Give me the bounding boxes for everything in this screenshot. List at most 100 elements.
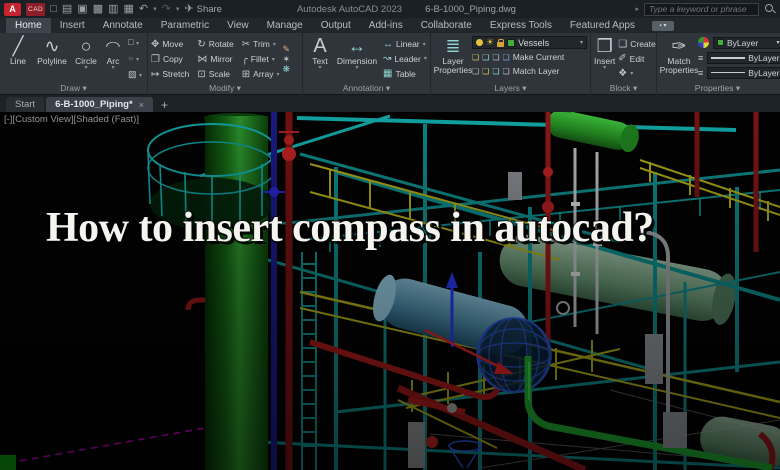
redo-icon[interactable]: ↷ <box>162 3 171 16</box>
save-icon[interactable]: ▣ <box>77 3 87 16</box>
save-as-icon[interactable]: ▩ <box>93 3 103 16</box>
drawing-viewport[interactable]: [-][Custom View][Shaded (Fast)] How to i… <box>0 112 780 470</box>
arc-icon: ◠ <box>105 39 121 53</box>
layer-on-icon[interactable] <box>476 39 483 46</box>
search-input[interactable] <box>644 2 759 16</box>
arc-dropdown-icon[interactable]: ▾ <box>111 65 114 71</box>
layers-panel-label[interactable]: Layers ▾ <box>431 83 590 95</box>
document-tab[interactable]: 6-B-1000_Piping* × <box>46 97 153 112</box>
tab-add-ins[interactable]: Add-ins <box>360 18 412 33</box>
layer-unisolate-icon: ❏ <box>482 66 490 76</box>
move-button[interactable]: ✥ Move <box>151 37 189 52</box>
polyline-icon: ∿ <box>44 36 60 56</box>
tab-collaborate[interactable]: Collaborate <box>412 18 481 33</box>
trim-button[interactable]: ✂ Trim ▾ <box>242 37 280 52</box>
tab-home[interactable]: Home <box>6 18 51 33</box>
arc-button[interactable]: ◠ Arc ▾ <box>101 35 125 83</box>
autocad-logo-icon[interactable]: A <box>4 2 21 16</box>
create-block-button[interactable]: ❏ Create <box>618 38 655 50</box>
layer-dropdown[interactable]: ☀ Vessels ▾ <box>472 36 587 49</box>
line-label: Line <box>9 56 27 66</box>
line-icon: ╱ <box>12 36 24 56</box>
match-properties-button[interactable]: ✑ Match Properties <box>660 35 699 83</box>
viewport-canvas[interactable] <box>0 112 780 470</box>
mirror-button[interactable]: ⋈ Mirror <box>197 52 233 67</box>
layer-previous-icon: ❏ <box>492 66 500 76</box>
rotate-button[interactable]: ↻ Rotate <box>197 37 233 52</box>
layer-unlock-icon[interactable] <box>497 38 505 47</box>
plot-icon[interactable]: ▥ <box>108 3 118 16</box>
block-attributes-button[interactable]: ❖ ▾ <box>618 68 655 80</box>
leader-button[interactable]: ↝ Leader ▾ <box>383 53 427 65</box>
print-icon[interactable]: ▦ <box>124 3 134 16</box>
viewport-controls[interactable]: [-][Custom View][Shaded (Fast)] <box>4 114 139 125</box>
layer-dropdown-caret-icon[interactable]: ▾ <box>580 39 583 46</box>
scale-button[interactable]: ⊡ Scale <box>197 67 233 82</box>
tab-manage[interactable]: Manage <box>258 18 312 33</box>
layer-color-swatch[interactable] <box>507 38 516 47</box>
panel-draw: ╱ Line ∿ Polyline ○ Circle ▾ ◠ Arc ▾ □ ▾… <box>0 33 148 95</box>
erase-icon: ✎ <box>282 44 291 54</box>
explode-button[interactable]: ✶ <box>282 54 290 64</box>
erase-button[interactable]: ✎ <box>282 44 290 54</box>
stretch-icon: ↦ <box>151 68 160 80</box>
tab-annotate[interactable]: Annotate <box>94 18 152 33</box>
make-current-button[interactable]: ❏ ❏ ❏ ❏ Make Current <box>472 51 587 63</box>
array-button[interactable]: ⊞ Array ▾ <box>242 67 280 82</box>
copy-button[interactable]: ❐ Copy <box>151 52 189 67</box>
rotate-icon: ↻ <box>197 38 206 50</box>
polyline-label: Polyline <box>37 56 67 66</box>
join-button[interactable]: ❋ <box>282 64 290 74</box>
edit-block-button[interactable]: ✐ Edit <box>618 53 655 65</box>
tab-view[interactable]: View <box>218 18 258 33</box>
tab-parametric[interactable]: Parametric <box>152 18 218 33</box>
table-button[interactable]: ▦ Table <box>383 68 427 80</box>
match-layer-button[interactable]: ❏ ❏ ❏ ❏ Match Layer <box>472 65 587 77</box>
undo-dropdown-icon[interactable]: ▾ <box>153 3 157 16</box>
share-button[interactable]: ✈ Share <box>184 3 222 16</box>
new-file-icon[interactable]: □ <box>50 3 57 16</box>
linear-icon: ↔ <box>383 38 393 50</box>
new-drawing-tab-button[interactable]: + <box>155 97 174 112</box>
circle-dropdown-icon[interactable]: ▾ <box>84 65 87 71</box>
ellipse-button[interactable]: ○ ▾ <box>128 53 142 65</box>
annotation-panel-label[interactable]: Annotation ▾ <box>303 83 430 95</box>
lineweight-dropdown[interactable]: ByLayer <box>707 51 780 64</box>
bylayer-color-swatch <box>717 39 724 46</box>
panel-properties: ✑ Match Properties ByLayer ▾ ≡ ByLayer ≡… <box>657 33 780 95</box>
tab-express-tools[interactable]: Express Tools <box>481 18 561 33</box>
polyline-button[interactable]: ∿ Polyline <box>33 35 71 83</box>
layer-thaw-icon[interactable]: ☀ <box>486 38 494 47</box>
start-tab[interactable]: Start <box>6 97 45 112</box>
dimension-button[interactable]: ↔ Dimension ▾ <box>334 35 380 83</box>
ribbon-display-toggle[interactable]: ▪ ▾ <box>651 20 674 31</box>
tab-output[interactable]: Output <box>312 18 360 33</box>
properties-panel-label[interactable]: Properties ▾ <box>657 83 778 95</box>
object-color-dropdown[interactable]: ByLayer ▾ <box>713 36 780 49</box>
draw-panel-label[interactable]: Draw ▾ <box>0 83 147 95</box>
circle-button[interactable]: ○ Circle ▾ <box>71 35 101 83</box>
rectangle-button[interactable]: □ ▾ <box>128 37 142 49</box>
share-label: Share <box>196 3 222 15</box>
linetype-dropdown[interactable]: ByLayer <box>707 66 780 79</box>
qat-customize-icon[interactable]: ▾ <box>176 3 180 16</box>
block-panel-label[interactable]: Block ▾ <box>591 83 656 95</box>
layer-properties-button[interactable]: ≣ Layer Properties <box>434 35 473 83</box>
insert-block-button[interactable]: ❒ Insert ▾ <box>594 35 615 83</box>
close-tab-icon[interactable]: × <box>139 100 144 110</box>
tab-featured-apps[interactable]: Featured Apps <box>561 18 644 33</box>
line-button[interactable]: ╱ Line <box>3 35 33 83</box>
mirror-icon: ⋈ <box>197 53 208 65</box>
stretch-button[interactable]: ↦ Stretch <box>151 67 189 82</box>
linear-button[interactable]: ↔ Linear ▾ <box>383 38 427 50</box>
hatch-button[interactable]: ▨ ▾ <box>128 69 142 81</box>
undo-icon[interactable]: ↶ <box>139 3 148 16</box>
search-icon[interactable] <box>764 3 776 15</box>
fillet-button[interactable]: ╭ Fillet ▾ <box>242 52 280 67</box>
circle-icon: ○ <box>80 36 92 56</box>
tab-insert[interactable]: Insert <box>51 18 94 33</box>
modify-panel-label[interactable]: Modify ▾ <box>148 83 302 95</box>
open-file-icon[interactable]: ▤ <box>62 3 72 16</box>
search-expander-icon[interactable]: ▸ <box>635 3 639 16</box>
text-button[interactable]: A Text ▾ <box>306 35 334 83</box>
